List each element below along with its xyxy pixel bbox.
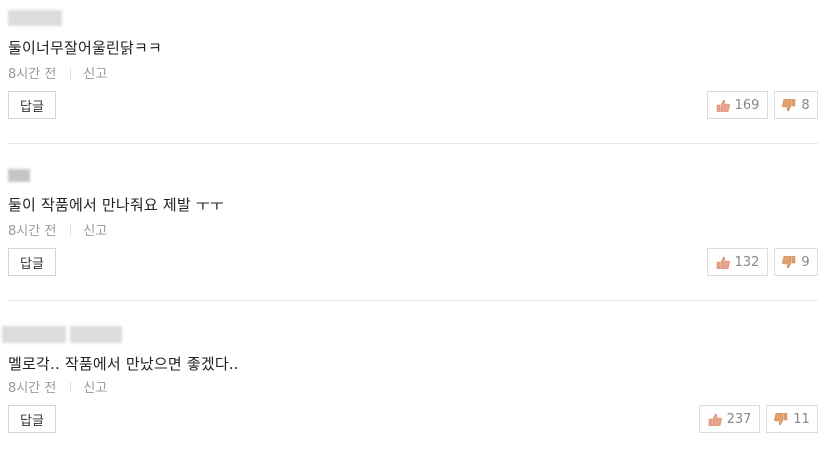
comment-item: 둘이 작품에서 만나줘요 제발 ㅜㅜ 8시간 전 신고 답글 132 9 bbox=[8, 157, 818, 276]
comment-divider bbox=[8, 143, 818, 144]
report-link[interactable]: 신고 bbox=[83, 67, 107, 82]
comment-item: 둘이너무잘어울린닭ㅋㅋ 8시간 전 신고 답글 169 8 bbox=[8, 0, 818, 119]
like-button[interactable]: 169 bbox=[707, 91, 768, 119]
meta-divider bbox=[70, 382, 72, 393]
meta-divider bbox=[70, 225, 72, 236]
dislike-count: 11 bbox=[793, 411, 810, 427]
comment-meta: 8시간 전 신고 bbox=[8, 63, 107, 82]
author-blur bbox=[70, 326, 122, 343]
comment-meta: 8시간 전 신고 bbox=[8, 377, 107, 396]
comment-text: 둘이 작품에서 만나줘요 제발 ㅜㅜ bbox=[8, 196, 224, 214]
like-count: 132 bbox=[734, 254, 760, 270]
like-count: 237 bbox=[726, 411, 752, 427]
comment-meta: 8시간 전 신고 bbox=[8, 220, 107, 239]
like-button[interactable]: 132 bbox=[707, 248, 768, 276]
like-button[interactable]: 237 bbox=[699, 405, 760, 433]
reply-button[interactable]: 답글 bbox=[8, 405, 56, 433]
comment-text: 멜로각.. 작품에서 만났으면 좋겠다.. bbox=[8, 355, 239, 373]
thumbs-up-icon bbox=[716, 256, 730, 269]
report-link[interactable]: 신고 bbox=[83, 381, 107, 396]
comment-time: 8시간 전 bbox=[8, 67, 57, 82]
author-blur bbox=[8, 169, 30, 182]
dislike-count: 9 bbox=[801, 254, 810, 270]
author-blur bbox=[2, 326, 66, 343]
comment-text: 둘이너무잘어울린닭ㅋㅋ bbox=[8, 39, 163, 57]
thumbs-up-icon bbox=[708, 413, 722, 426]
thumbs-up-icon bbox=[716, 99, 730, 112]
meta-divider bbox=[70, 68, 72, 79]
comment-time: 8시간 전 bbox=[8, 381, 57, 396]
comment-divider bbox=[8, 300, 818, 301]
report-link[interactable]: 신고 bbox=[83, 224, 107, 239]
author-name-blurred bbox=[8, 157, 818, 182]
comment-item: 멜로각.. 작품에서 만났으면 좋겠다.. 8시간 전 신고 답글 237 11 bbox=[2, 314, 818, 433]
like-count: 169 bbox=[734, 97, 760, 113]
dislike-button[interactable]: 11 bbox=[766, 405, 818, 433]
reply-button[interactable]: 답글 bbox=[8, 248, 56, 276]
dislike-button[interactable]: 8 bbox=[774, 91, 818, 119]
thumbs-down-icon bbox=[782, 255, 796, 268]
author-name-blurred bbox=[8, 0, 818, 26]
dislike-count: 8 bbox=[801, 97, 810, 113]
thumbs-down-icon bbox=[782, 98, 796, 111]
author-blur bbox=[8, 10, 62, 26]
thumbs-down-icon bbox=[774, 412, 788, 425]
dislike-button[interactable]: 9 bbox=[774, 248, 818, 276]
author-name-blurred bbox=[2, 314, 818, 343]
comment-time: 8시간 전 bbox=[8, 224, 57, 239]
reply-button[interactable]: 답글 bbox=[8, 91, 56, 119]
